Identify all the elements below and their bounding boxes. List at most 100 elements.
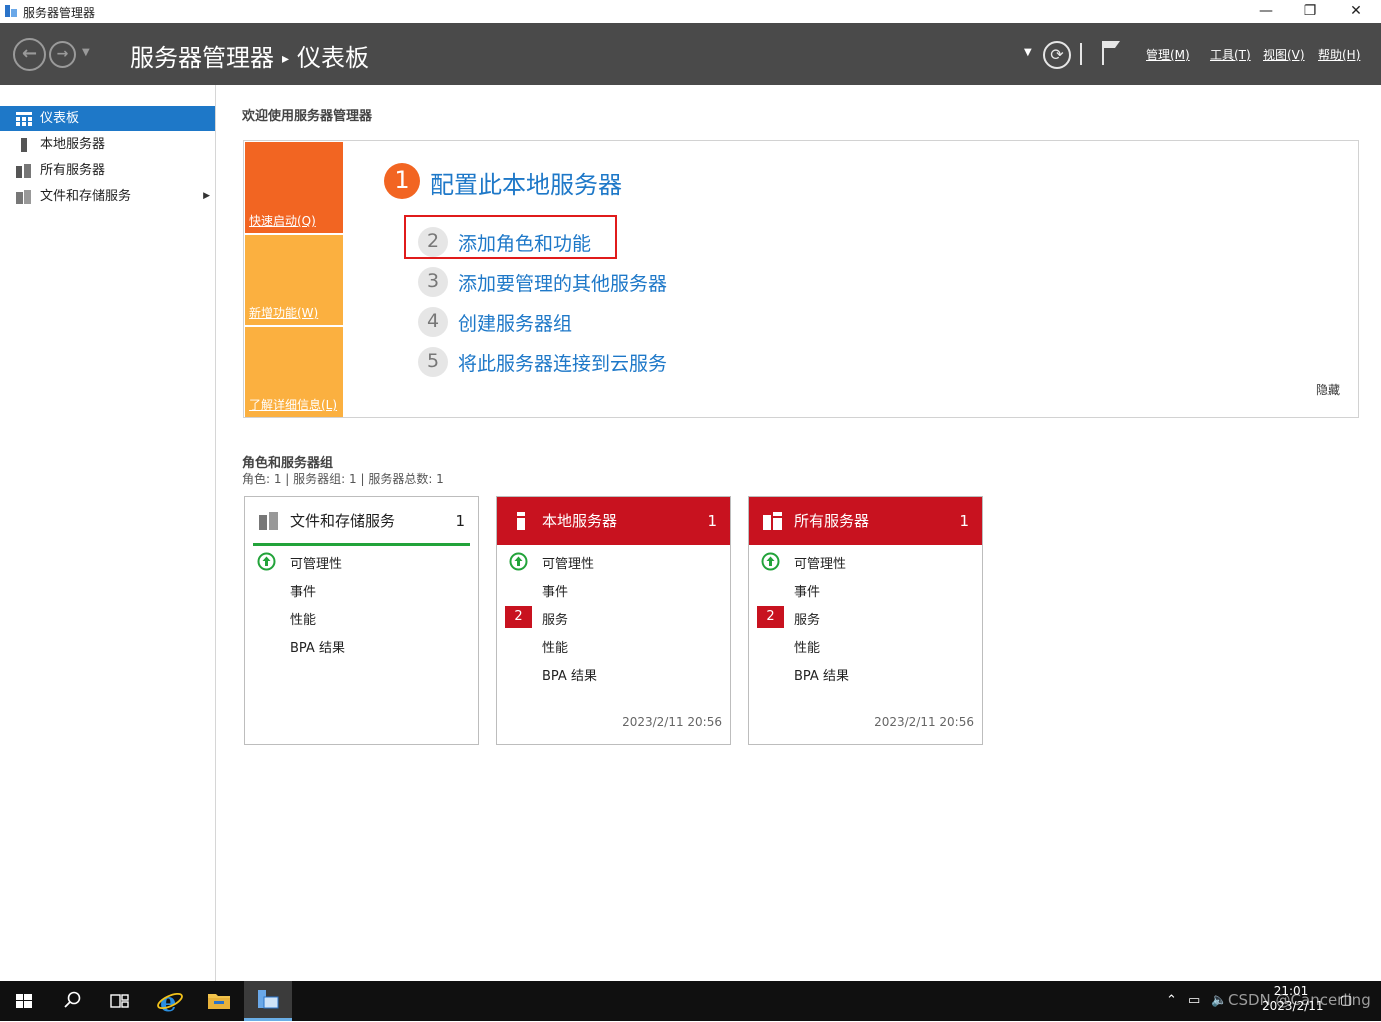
step-link-add-other-servers[interactable]: 添加要管理的其他服务器 bbox=[458, 269, 667, 296]
role-card-all-servers[interactable]: 所有服务器 1 可管理性 事件 2 服务 性能 BPA 结果 2023/2/11… bbox=[748, 496, 983, 745]
dashboard-icon bbox=[16, 112, 32, 126]
status-ok-icon bbox=[509, 552, 528, 571]
header-dropdown-icon[interactable]: ▼ bbox=[1024, 47, 1032, 58]
server-manager-app-icon bbox=[258, 990, 279, 1009]
welcome-heading: 欢迎使用服务器管理器 bbox=[242, 109, 373, 124]
card-row-performance[interactable]: 性能 bbox=[542, 637, 568, 656]
action-center-icon[interactable]: ▢ bbox=[1340, 993, 1352, 1008]
refresh-icon[interactable]: ⟳ bbox=[1043, 41, 1071, 69]
step-number-2: 2 bbox=[418, 227, 448, 257]
sidebar-item-label: 文件和存储服务 bbox=[40, 189, 132, 204]
card-title: 本地服务器 bbox=[542, 512, 618, 530]
clock-date: 2023/2/11 bbox=[1262, 999, 1324, 1013]
roles-heading: 角色和服务器组 bbox=[242, 456, 334, 471]
server-manager-taskbar-button[interactable] bbox=[244, 981, 292, 1021]
window-title-bar: 服务器管理器 — ❐ ✕ bbox=[0, 0, 1381, 23]
card-timestamp: 2023/2/11 20:56 bbox=[622, 715, 722, 729]
header-divider bbox=[1080, 43, 1082, 65]
role-card-file-storage[interactable]: 文件和存储服务 1 可管理性 事件 性能 BPA 结果 bbox=[244, 496, 479, 745]
menu-view[interactable]: 视图(V) bbox=[1263, 46, 1305, 63]
card-count: 1 bbox=[707, 512, 717, 530]
card-row-manageability[interactable]: 可管理性 bbox=[794, 553, 846, 572]
window-title: 服务器管理器 bbox=[23, 6, 96, 20]
sidebar-item-file-storage[interactable]: 文件和存储服务 ▶ bbox=[0, 184, 215, 209]
network-icon[interactable]: ▭ bbox=[1188, 993, 1200, 1008]
volume-icon[interactable]: 🔈 bbox=[1211, 993, 1227, 1008]
servers-icon bbox=[16, 164, 31, 178]
nav-history-dropdown-icon[interactable]: ▼ bbox=[82, 47, 90, 58]
file-storage-icon bbox=[16, 190, 31, 204]
card-row-services[interactable]: 服务 bbox=[542, 609, 568, 628]
card-count: 1 bbox=[455, 512, 465, 530]
step-number-3: 3 bbox=[418, 267, 448, 297]
start-icon[interactable] bbox=[0, 981, 48, 1021]
forward-button[interactable]: → bbox=[49, 41, 76, 68]
server-icon bbox=[21, 138, 27, 152]
menu-help[interactable]: 帮助(H) bbox=[1318, 46, 1360, 63]
role-card-local-server[interactable]: 本地服务器 1 可管理性 事件 2 服务 性能 BPA 结果 2023/2/11… bbox=[496, 496, 731, 745]
tile-learn-more[interactable]: 了解详细信息(L) bbox=[245, 327, 343, 417]
card-header[interactable]: 文件和存储服务 1 bbox=[245, 497, 478, 545]
services-alert-badge: 2 bbox=[505, 606, 532, 628]
task-view-icon[interactable] bbox=[96, 981, 144, 1021]
taskbar: e ⌃ ▭ 🔈 CSDN @Cancerling 21:01 2023/2/11… bbox=[0, 981, 1381, 1021]
roles-summary: 角色: 1 | 服务器组: 1 | 服务器总数: 1 bbox=[242, 472, 444, 486]
restore-button[interactable]: ❐ bbox=[1287, 0, 1333, 23]
step-number-5: 5 bbox=[418, 347, 448, 377]
card-header[interactable]: 本地服务器 1 bbox=[497, 497, 730, 545]
status-ok-icon bbox=[761, 552, 780, 571]
hide-link[interactable]: 隐藏 bbox=[1316, 381, 1340, 398]
tray-overflow-icon[interactable]: ⌃ bbox=[1166, 993, 1177, 1008]
tile-whats-new[interactable]: 新增功能(W) bbox=[245, 235, 343, 325]
tile-label: 了解详细信息(L) bbox=[249, 398, 338, 412]
card-row-performance[interactable]: 性能 bbox=[794, 637, 820, 656]
step-link-configure-local-server[interactable]: 配置此本地服务器 bbox=[430, 165, 622, 200]
server-manager-app-icon bbox=[5, 5, 17, 17]
servers-icon bbox=[763, 512, 782, 530]
sidebar-item-local-server[interactable]: 本地服务器 bbox=[0, 132, 215, 157]
step-number-1: 1 bbox=[384, 163, 420, 199]
card-row-bpa[interactable]: BPA 结果 bbox=[542, 665, 597, 684]
quick-start-panel: 快速启动(Q) 新增功能(W) 了解详细信息(L) 1 配置此本地服务器 2 添… bbox=[243, 140, 1359, 418]
card-row-manageability[interactable]: 可管理性 bbox=[542, 553, 594, 572]
search-icon[interactable] bbox=[48, 981, 96, 1021]
step-link-connect-cloud[interactable]: 将此服务器连接到云服务 bbox=[458, 349, 667, 376]
card-row-bpa[interactable]: BPA 结果 bbox=[794, 665, 849, 684]
card-row-bpa[interactable]: BPA 结果 bbox=[290, 637, 345, 656]
breadcrumb-separator-icon: ▸ bbox=[282, 51, 290, 67]
card-row-events[interactable]: 事件 bbox=[542, 581, 568, 600]
app-header: ← → ▼ 服务器管理器 ▸ 仪表板 ▼ ⟳ 管理(M) 工具(T) 视图(V) 帮… bbox=[0, 23, 1381, 85]
sidebar-item-label: 仪表板 bbox=[40, 111, 80, 126]
notifications-flag-icon[interactable] bbox=[1100, 39, 1122, 67]
card-title: 所有服务器 bbox=[794, 512, 870, 530]
card-row-events[interactable]: 事件 bbox=[290, 581, 316, 600]
tile-quick-start[interactable]: 快速启动(Q) bbox=[245, 142, 343, 233]
sidebar: 仪表板 本地服务器 所有服务器 文件和存储服务 ▶ bbox=[0, 85, 216, 981]
card-header[interactable]: 所有服务器 1 bbox=[749, 497, 982, 545]
card-row-services[interactable]: 服务 bbox=[794, 609, 820, 628]
card-row-events[interactable]: 事件 bbox=[794, 581, 820, 600]
step-link-create-server-group[interactable]: 创建服务器组 bbox=[458, 309, 572, 336]
menu-manage[interactable]: 管理(M) bbox=[1146, 46, 1190, 63]
back-button[interactable]: ← bbox=[13, 38, 46, 71]
file-explorer-icon[interactable] bbox=[195, 981, 243, 1021]
services-alert-badge: 2 bbox=[757, 606, 784, 628]
tile-label: 快速启动(Q) bbox=[249, 214, 316, 228]
clock[interactable]: 21:01 2023/2/11 bbox=[1262, 984, 1324, 1014]
breadcrumb: 服务器管理器 ▸ 仪表板 bbox=[130, 38, 369, 73]
close-button[interactable]: ✕ bbox=[1333, 0, 1379, 23]
clock-time: 21:01 bbox=[1273, 984, 1309, 998]
sidebar-item-dashboard[interactable]: 仪表板 bbox=[0, 106, 215, 131]
step-number-4: 4 bbox=[418, 307, 448, 337]
expand-arrow-icon[interactable]: ▶ bbox=[203, 184, 210, 209]
step-link-add-roles-features[interactable]: 添加角色和功能 bbox=[458, 229, 591, 256]
sidebar-item-all-servers[interactable]: 所有服务器 bbox=[0, 158, 215, 183]
status-ok-icon bbox=[257, 552, 276, 571]
card-row-manageability[interactable]: 可管理性 bbox=[290, 553, 342, 572]
internet-explorer-icon[interactable]: e bbox=[146, 981, 194, 1021]
minimize-button[interactable]: — bbox=[1243, 0, 1289, 23]
file-storage-icon bbox=[259, 512, 278, 530]
breadcrumb-root[interactable]: 服务器管理器 bbox=[130, 44, 274, 72]
card-row-performance[interactable]: 性能 bbox=[290, 609, 316, 628]
menu-tools[interactable]: 工具(T) bbox=[1210, 46, 1251, 63]
